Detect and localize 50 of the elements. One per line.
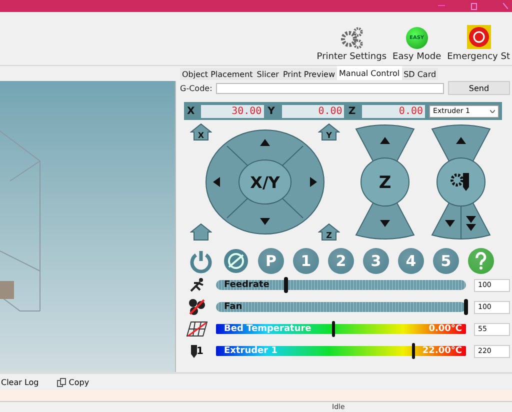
slider-thumb[interactable] — [412, 343, 414, 359]
fan-off-icon — [188, 299, 206, 315]
slider-label: Extruder 1 — [224, 346, 278, 356]
gcode-label: G-Code: — [180, 84, 212, 92]
slider-label: Bed Temperature — [224, 324, 312, 334]
axis-label: X — [187, 106, 196, 116]
tab[interactable]: SD Card — [402, 68, 438, 80]
temperature-reading: 0.00°C — [428, 324, 462, 334]
copy-button[interactable]: Copy — [56, 378, 90, 386]
axis-label: Y — [268, 106, 276, 116]
tab[interactable]: Object Placement — [180, 68, 255, 80]
running-figure-icon — [188, 278, 206, 292]
temperature-slider[interactable]: Extruder 1 22.00°C — [216, 346, 466, 356]
tab[interactable]: Manual Control — [337, 66, 402, 80]
home-y-button[interactable]: Y — [318, 123, 340, 141]
heated-bed-off-icon — [186, 321, 208, 337]
send-button[interactable]: Send — [448, 81, 510, 95]
maximize-icon[interactable] — [471, 2, 477, 10]
axis-label: Z — [348, 106, 357, 116]
temperature-reading: 22.00°C — [422, 346, 462, 356]
slider-label: Fan — [224, 302, 242, 312]
slider-thumb[interactable] — [464, 299, 468, 315]
gcode-input[interactable] — [216, 82, 444, 94]
coordinate-value: 30.00 — [201, 104, 264, 118]
toolbar-button[interactable]: Emergency St — [445, 25, 512, 62]
copy-icon — [56, 378, 66, 386]
clear-log-button[interactable]: Clear Log — [1, 378, 39, 386]
coordinate-value: 0.00 — [282, 104, 344, 118]
fan-off-icon[interactable] — [223, 248, 249, 274]
temperature-slider[interactable]: Bed Temperature 0.00°C — [216, 324, 466, 334]
slider-thumb[interactable] — [284, 277, 288, 293]
close-icon[interactable] — [503, 3, 508, 9]
gears-icon — [340, 27, 364, 49]
home-x-button[interactable]: X — [190, 123, 212, 141]
slider-label: Feedrate — [224, 280, 270, 290]
z-jog-control[interactable]: Z — [354, 123, 416, 241]
home-all-button[interactable] — [190, 223, 212, 241]
xy-jog-pad[interactable]: X/Y — [205, 129, 325, 235]
help-icon[interactable] — [468, 248, 494, 274]
slider-thumb[interactable] — [332, 321, 334, 337]
tab[interactable]: Print Preview — [280, 68, 338, 80]
emergency-stop-icon — [466, 25, 491, 49]
coordinate-value: 0.00 — [362, 104, 426, 118]
slider-track[interactable]: Fan — [216, 302, 466, 312]
caret-icon — [490, 110, 496, 112]
toolbar-button[interactable]: Printer Settings — [314, 27, 389, 62]
tab[interactable]: Slicer — [254, 68, 281, 80]
extruder-jog-control[interactable] — [430, 123, 492, 241]
slider-track[interactable]: Feedrate — [216, 280, 466, 290]
home-z-button[interactable]: Z — [318, 223, 340, 241]
